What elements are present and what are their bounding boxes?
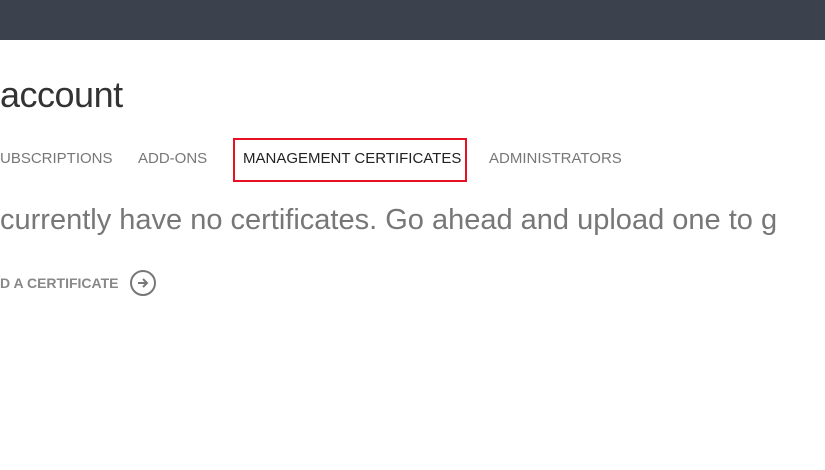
tab-administrators[interactable]: ADMINISTRATORS <box>489 150 622 167</box>
page-title: account <box>0 74 123 115</box>
arrow-right-circle-icon[interactable] <box>130 270 157 296</box>
upload-certificate-label: D A CERTIFICATE <box>0 275 119 291</box>
tab-add-ons[interactable]: ADD-ONS <box>138 150 207 167</box>
empty-message: currently have no certificates. Go ahead… <box>0 204 778 236</box>
tab-subscriptions[interactable]: UBSCRIPTIONS <box>0 150 113 167</box>
top-bar <box>0 0 825 40</box>
highlight-box <box>233 138 467 182</box>
upload-certificate-link[interactable]: D A CERTIFICATE <box>0 270 157 296</box>
